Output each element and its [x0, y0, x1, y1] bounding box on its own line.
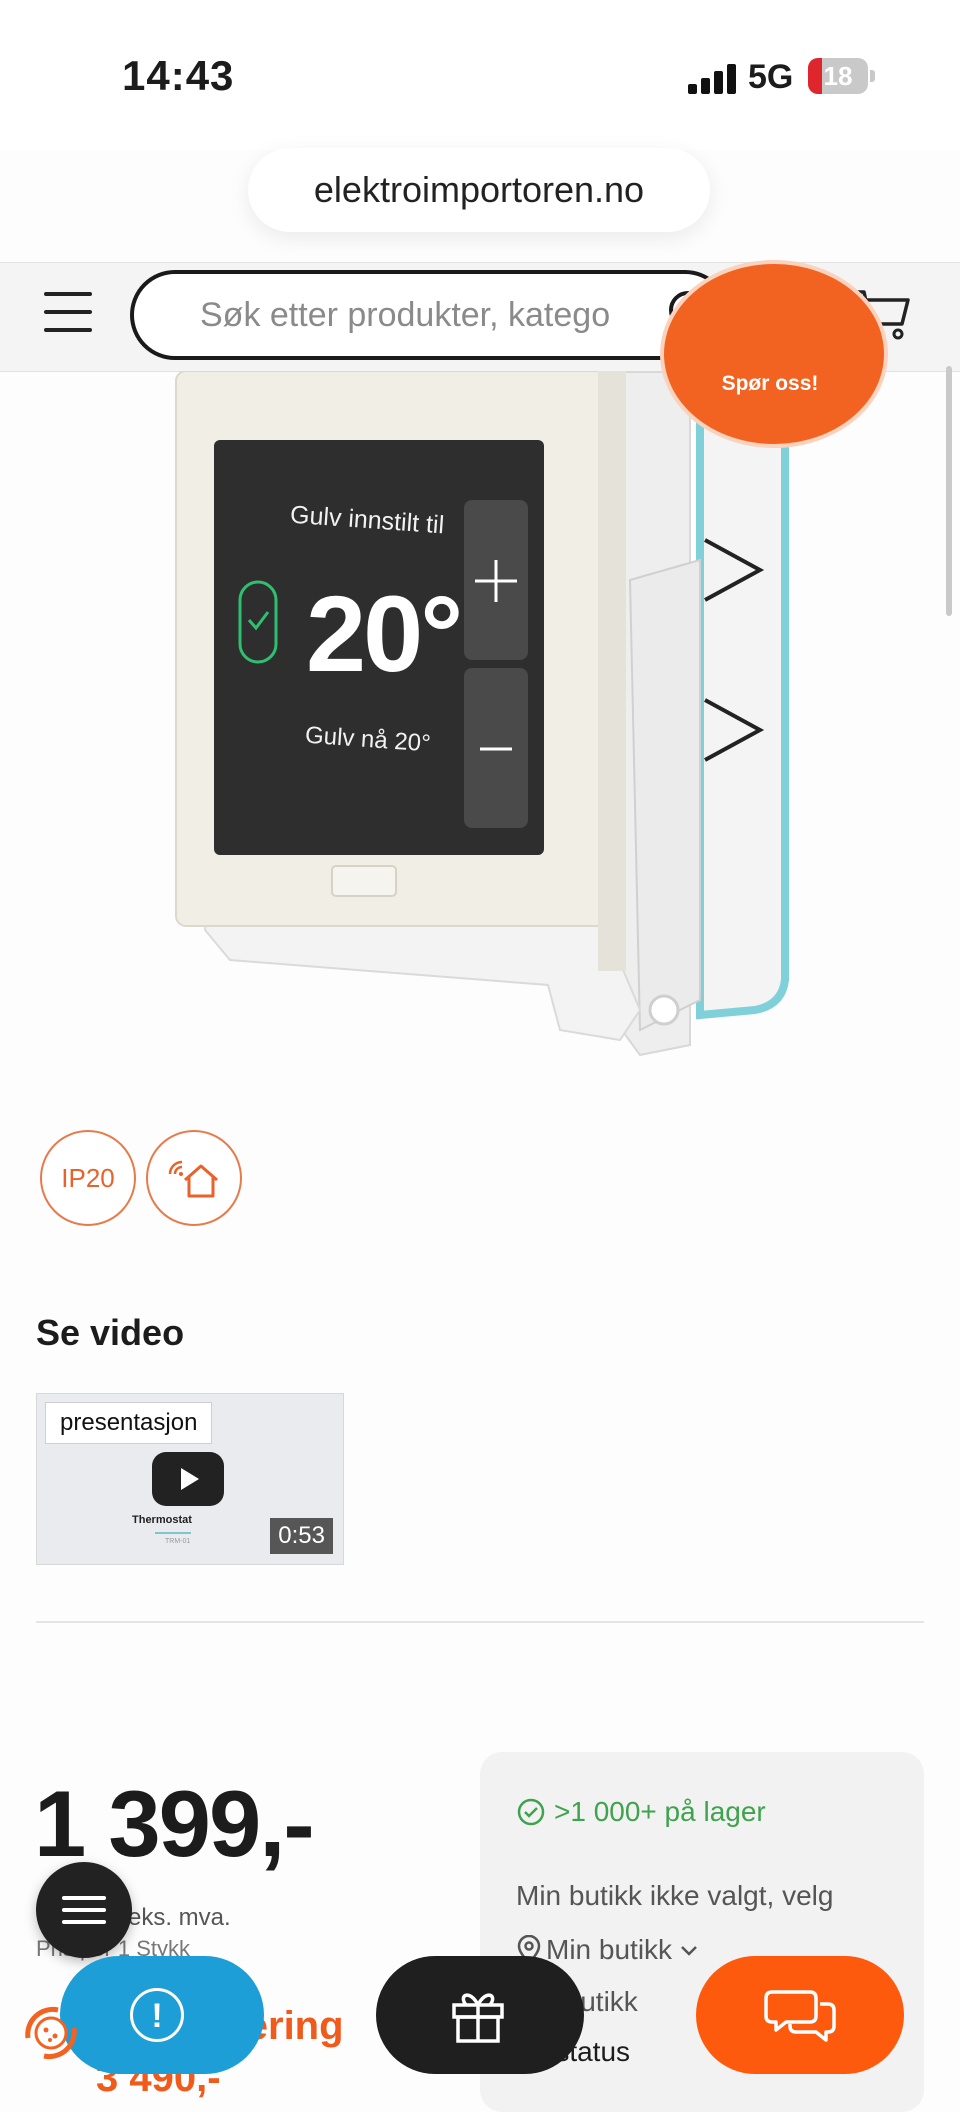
ip20-badge: IP20: [40, 1130, 136, 1226]
chevron-down-icon: [681, 1946, 697, 1956]
thermostat-illustration: [175, 371, 789, 1057]
price-ex-vat: eks. mva.: [128, 1904, 231, 1931]
hamburger-menu-icon[interactable]: [44, 292, 96, 332]
search-input[interactable]: [200, 274, 650, 356]
exclamation-icon: !: [130, 1988, 184, 2042]
gift-icon: [452, 1993, 504, 2043]
battery-cap: [870, 70, 875, 82]
product-image[interactable]: Gulv innstilt til 20° Gulv nå 20°: [0, 371, 960, 1071]
check-circle-icon: [517, 1798, 545, 1826]
scrollbar[interactable]: [946, 366, 952, 616]
video-section-title: Se video: [36, 1312, 185, 1353]
ip-rating-label: IP20: [61, 1162, 115, 1193]
section-divider: [36, 1621, 924, 1623]
video-label: presentasjon: [45, 1402, 213, 1444]
stock-status: >1 000+ på lager: [516, 1796, 766, 1828]
video-duration: 0:53: [270, 1518, 333, 1554]
video-thumbnail[interactable]: presentasjon Thermostat TRM-01 0:53: [36, 1393, 344, 1565]
my-store-label: Min butikk: [546, 1934, 673, 1965]
url-text: elektroimportoren.no: [313, 169, 645, 210]
chat-icon: [764, 1990, 836, 2042]
battery-level: 18: [823, 61, 853, 91]
thumbnail-underline: [155, 1532, 191, 1534]
screen-temperature: 20°: [306, 573, 463, 694]
url-bar[interactable]: elektroimportoren.no: [248, 148, 710, 232]
floating-menu-button[interactable]: [36, 1862, 132, 1958]
search-bar[interactable]: [130, 270, 730, 360]
store-note: Min butikk ikke valgt, velg: [516, 1880, 834, 1911]
ask-us-badge[interactable]: [660, 260, 888, 448]
status-time: 14:43: [122, 52, 235, 99]
smart-home-icon: [168, 1160, 218, 1198]
signal-icon: [688, 62, 736, 94]
network-type: 5G: [748, 58, 794, 96]
smart-home-badge: [146, 1130, 242, 1226]
stock-status-text: >1 000+ på lager: [554, 1796, 766, 1827]
play-icon: [181, 1468, 199, 1490]
thumbnail-subcaption: TRM-01: [165, 1538, 191, 1545]
battery-icon: 18: [808, 58, 868, 94]
cookie-settings-icon[interactable]: [16, 1998, 86, 2068]
thumbnail-caption: Thermostat: [132, 1514, 192, 1526]
ask-us-label: Spør oss!: [721, 372, 819, 395]
